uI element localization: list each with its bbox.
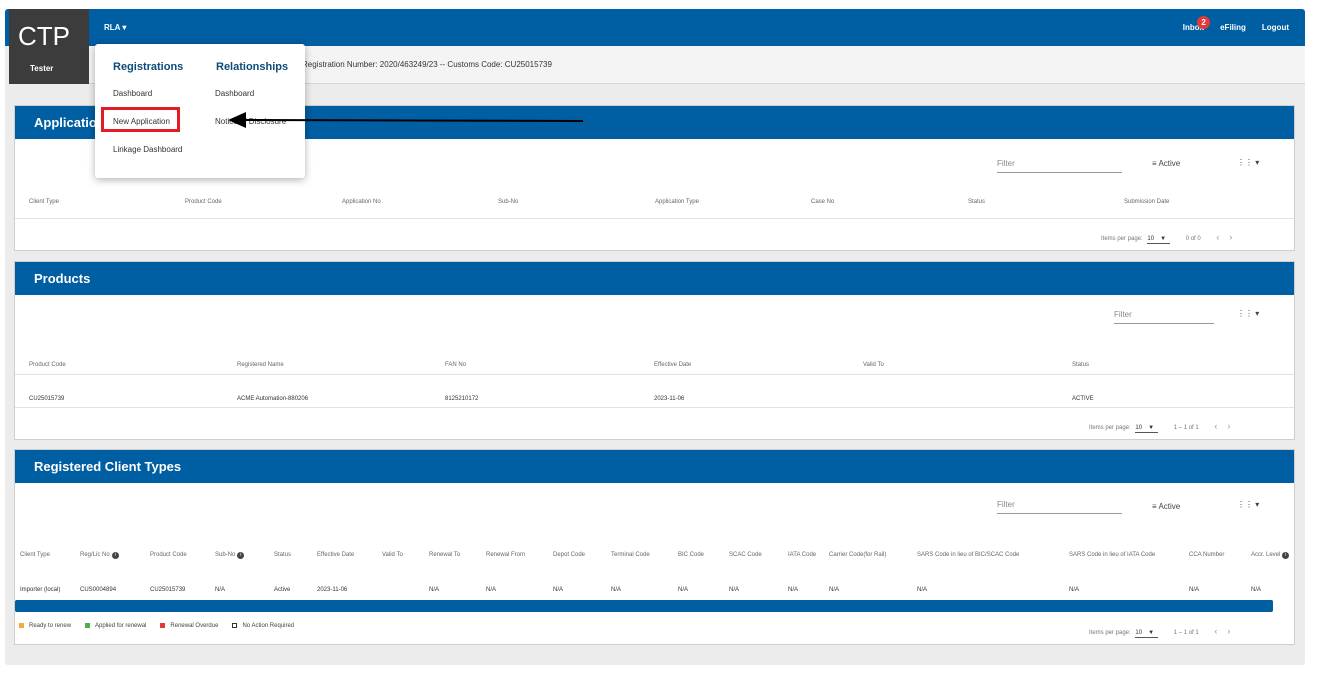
annotation-arrow-icon: [228, 112, 584, 128]
